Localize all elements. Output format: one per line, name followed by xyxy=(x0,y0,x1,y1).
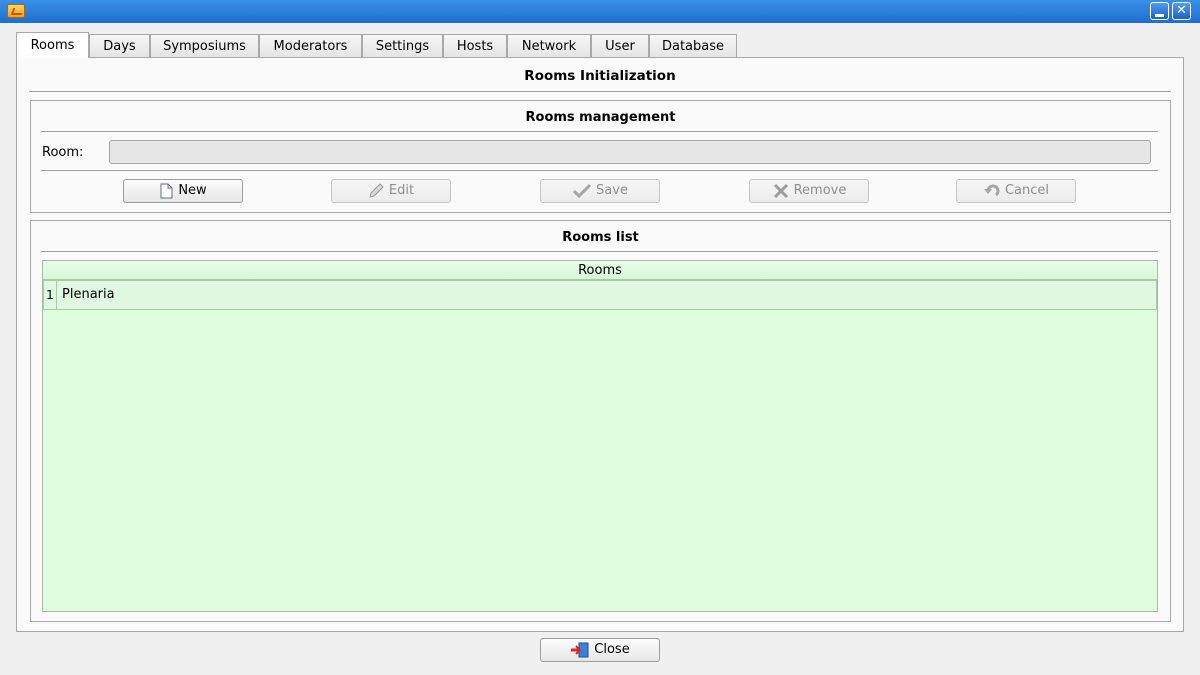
room-name-cell: Plenaria xyxy=(62,287,115,302)
title-divider xyxy=(29,91,1171,92)
list-divider xyxy=(41,251,1158,252)
close-icon: ✕ xyxy=(1176,3,1187,18)
rooms-management-title: Rooms management xyxy=(525,110,676,125)
new-button-label: New xyxy=(178,183,207,198)
rooms-list-title: Rooms list xyxy=(562,230,639,245)
room-label: Room: xyxy=(42,145,84,160)
edit-button[interactable]: Edit xyxy=(331,179,451,203)
remove-button-label: Remove xyxy=(793,183,847,198)
remove-x-icon xyxy=(773,183,788,199)
buttons-divider xyxy=(41,170,1158,171)
table-row[interactable]: 1 Plenaria xyxy=(43,280,1157,310)
tab-days[interactable]: Days xyxy=(89,34,150,57)
app-icon xyxy=(7,4,25,18)
room-input[interactable] xyxy=(109,140,1151,164)
tab-network[interactable]: Network xyxy=(507,34,591,57)
tab-user[interactable]: User xyxy=(591,34,649,57)
new-document-icon xyxy=(160,183,173,199)
window-titlebar: ✕ xyxy=(0,0,1200,23)
tab-settings[interactable]: Settings xyxy=(362,34,443,57)
cancel-button[interactable]: Cancel xyxy=(956,179,1076,203)
save-button[interactable]: Save xyxy=(540,179,660,203)
exit-door-icon xyxy=(571,642,589,658)
row-number: 1 xyxy=(44,281,57,309)
tab-moderators[interactable]: Moderators xyxy=(259,34,362,57)
close-button-label: Close xyxy=(594,642,630,657)
tab-hosts[interactable]: Hosts xyxy=(443,34,507,57)
rooms-management-group: Rooms management Room: New Edit Save Rem… xyxy=(30,100,1171,213)
new-button[interactable]: New xyxy=(123,179,243,203)
rooms-list-group: Rooms list Rooms 1 Plenaria xyxy=(30,220,1171,622)
page-title: Rooms Initialization xyxy=(524,68,676,84)
checkmark-icon xyxy=(572,183,592,199)
tab-database[interactable]: Database xyxy=(649,34,737,57)
pencil-icon xyxy=(369,183,384,198)
minimize-button[interactable] xyxy=(1150,2,1169,20)
remove-button[interactable]: Remove xyxy=(749,179,869,203)
rooms-table[interactable]: Rooms 1 Plenaria xyxy=(42,260,1158,612)
tab-rooms[interactable]: Rooms xyxy=(16,32,89,58)
close-button[interactable]: Close xyxy=(540,638,660,662)
save-button-label: Save xyxy=(596,183,628,198)
rooms-column-header[interactable]: Rooms xyxy=(43,261,1157,280)
tab-symposiums[interactable]: Symposiums xyxy=(150,34,259,57)
cancel-button-label: Cancel xyxy=(1004,183,1050,198)
rooms-tab-panel: Rooms Initialization Rooms management Ro… xyxy=(16,57,1184,632)
close-window-button[interactable]: ✕ xyxy=(1172,2,1191,20)
management-divider xyxy=(41,131,1158,132)
undo-icon xyxy=(983,184,1000,197)
edit-button-label: Edit xyxy=(388,183,415,198)
